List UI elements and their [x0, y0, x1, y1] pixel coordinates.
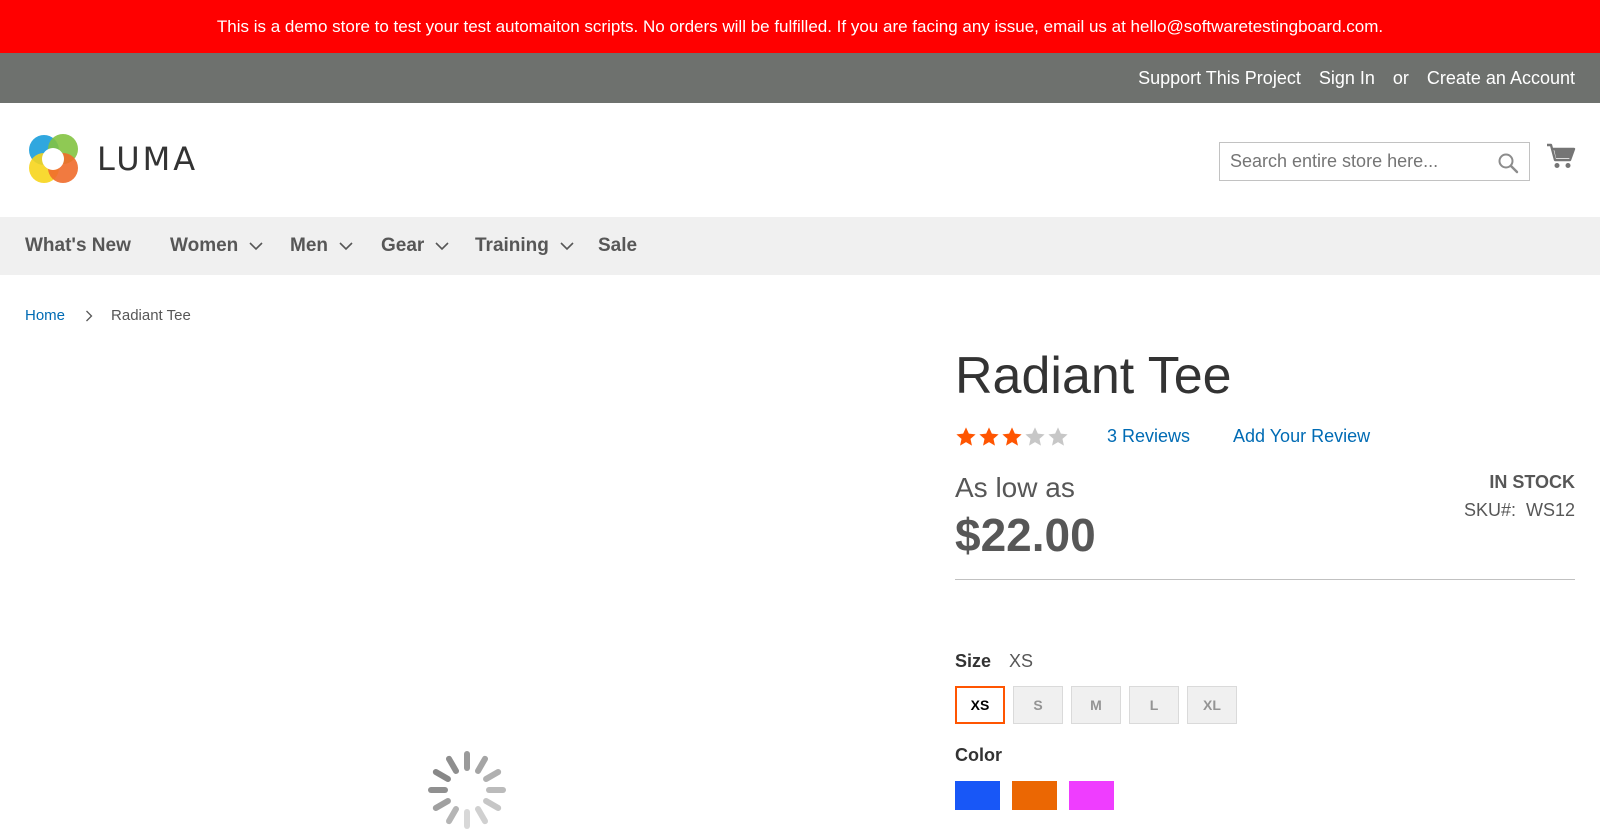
search-input[interactable]: [1220, 143, 1500, 180]
luma-logo[interactable]: LUMA: [25, 130, 205, 190]
nav-item-label: Training: [475, 235, 549, 256]
chevron-down-icon: [249, 242, 263, 251]
chevron-down-icon: [560, 242, 574, 251]
demo-notice-banner: This is a demo store to test your test a…: [0, 0, 1600, 53]
nav-item-label: What's New: [25, 235, 131, 256]
support-project-link[interactable]: Support This Project: [1138, 68, 1301, 89]
color-swatch-orange[interactable]: [1012, 781, 1057, 810]
size-swatch-label: XL: [1203, 697, 1221, 713]
star-empty-icon: [1048, 427, 1068, 446]
sign-in-link[interactable]: Sign In: [1319, 68, 1375, 89]
star-empty-icon: [1025, 427, 1045, 446]
search-icon[interactable]: [1497, 152, 1519, 179]
nav-item-men[interactable]: Men: [290, 217, 354, 275]
size-swatch-label: XS: [970, 697, 990, 713]
reviews-link[interactable]: 3 Reviews: [1107, 426, 1190, 447]
color-label: Color: [955, 745, 1002, 765]
size-swatch-m[interactable]: M: [1071, 686, 1121, 724]
nav-item-label: Sale: [598, 235, 638, 256]
nav-item-training[interactable]: Training: [475, 217, 575, 275]
header-links: Support This Project Sign In or Create a…: [1138, 53, 1575, 103]
star-filled-icon: [956, 427, 976, 446]
or-text: or: [1392, 67, 1409, 88]
cart-icon[interactable]: [1546, 141, 1576, 176]
nav-item-label: Gear: [381, 235, 425, 256]
size-swatch-l[interactable]: L: [1129, 686, 1179, 724]
nav-item-whats-new[interactable]: What's New: [25, 217, 131, 275]
size-swatch-label: S: [1033, 697, 1043, 713]
product-price: $22.00: [955, 509, 1096, 561]
sku-info: SKU#: WS12: [1464, 500, 1575, 521]
demo-notice-text: This is a demo store to test your test a…: [216, 16, 1384, 36]
chevron-right-icon: [85, 310, 93, 322]
loading-spinner-icon: [425, 748, 509, 837]
size-swatch-label: L: [1149, 697, 1159, 713]
sku-value: WS12: [1525, 500, 1575, 520]
size-label: Size: [955, 651, 992, 671]
sku-label: SKU#:: [1463, 500, 1516, 520]
logo-text: LUMA: [97, 140, 198, 178]
color-swatch-purple[interactable]: [1069, 781, 1114, 810]
size-swatch-label: M: [1090, 697, 1102, 713]
size-swatch-s[interactable]: S: [1013, 686, 1063, 724]
product-title: Radiant Tee: [955, 347, 1232, 405]
chevron-down-icon: [339, 242, 353, 251]
page-header: LUMA: [0, 103, 1600, 217]
nav-item-women[interactable]: Women: [170, 217, 264, 275]
price-label: As low as: [955, 472, 1075, 503]
size-selected-value: XS: [1009, 651, 1034, 671]
search-box: [1219, 142, 1530, 181]
nav-item-label: Women: [170, 235, 239, 256]
star-filled-icon: [979, 427, 999, 446]
main-navigation: What's New Women Men Gear Training Sale: [0, 217, 1600, 275]
nav-item-sale[interactable]: Sale: [598, 217, 637, 275]
breadcrumb-current: Radiant Tee: [111, 307, 191, 324]
stock-status: IN STOCK: [1489, 472, 1575, 492]
nav-item-gear[interactable]: Gear: [381, 217, 450, 275]
rating-stars: [955, 426, 1069, 448]
color-swatch-blue[interactable]: [955, 781, 1000, 810]
size-swatch-xl[interactable]: XL: [1187, 686, 1237, 724]
breadcrumb-home-link[interactable]: Home: [25, 307, 65, 324]
add-review-link[interactable]: Add Your Review: [1233, 426, 1370, 447]
divider: [955, 579, 1575, 580]
nav-item-label: Men: [290, 235, 328, 256]
star-filled-icon: [1002, 427, 1022, 446]
breadcrumb: Home Radiant Tee: [25, 307, 191, 324]
create-account-link[interactable]: Create an Account: [1427, 68, 1575, 89]
top-bar: Support This Project Sign In or Create a…: [0, 53, 1600, 103]
size-swatch-xs[interactable]: XS: [955, 686, 1005, 724]
chevron-down-icon: [435, 242, 449, 251]
